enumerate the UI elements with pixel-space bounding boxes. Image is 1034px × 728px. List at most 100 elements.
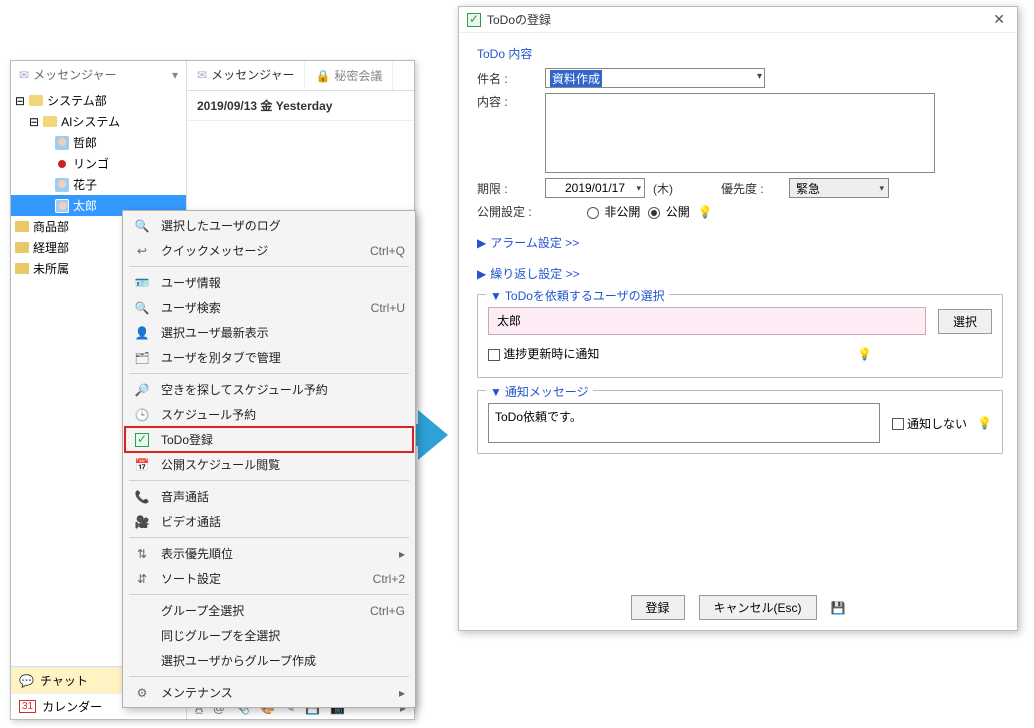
section-title: ToDo 内容 xyxy=(477,45,1003,62)
tree-root[interactable]: ⊟システム部 xyxy=(11,90,186,111)
folder-icon xyxy=(15,263,29,274)
calendar-icon: 31 xyxy=(19,700,36,713)
ctx-user-info[interactable]: 🪪ユーザ情報 xyxy=(125,270,413,295)
subject-value: 資料作成 xyxy=(550,70,602,87)
notify-fieldset: ▼通知メッセージ ToDo依頼です。 通知しない 💡 xyxy=(477,390,1003,454)
search-icon: 🔍 xyxy=(133,301,151,315)
save-icon[interactable]: 💾 xyxy=(831,601,846,615)
triangle-right-icon: ▶ xyxy=(477,267,486,281)
chevron-right-icon: ▸ xyxy=(399,547,405,561)
reply-icon: ↩ xyxy=(133,244,151,258)
notify-legend: 通知メッセージ xyxy=(505,383,589,400)
dialog-titlebar: ToDoの登録 ✕ xyxy=(459,7,1017,33)
tabs-icon: 🗂 xyxy=(133,351,151,365)
sort-icon: ⇵ xyxy=(133,572,151,586)
user-icon xyxy=(55,136,69,150)
select-user-button[interactable]: 選択 xyxy=(938,309,992,334)
envelope-icon: ✉ xyxy=(19,68,29,82)
content-textarea[interactable] xyxy=(545,93,935,173)
subject-label: 件名 : xyxy=(477,70,537,87)
clock-search-icon: 🔎 xyxy=(133,383,151,397)
visibility-public-radio[interactable]: 公開 xyxy=(648,203,689,220)
dropdown-icon[interactable]: ▾ xyxy=(172,68,178,82)
envelope-icon: ✉ xyxy=(197,68,207,82)
ctx-public-schedule[interactable]: 📅公開スケジュール閲覧 xyxy=(125,452,413,477)
tree-folder-ai[interactable]: ⊟AIシステム xyxy=(11,111,186,132)
day-of-week: (木) xyxy=(653,180,673,197)
tree-user[interactable]: リンゴ xyxy=(11,153,186,174)
main-tabs: ✉メッセンジャー 🔒秘密会議 xyxy=(187,61,414,91)
priority-select[interactable]: 緊急 xyxy=(789,178,889,198)
deadline-input[interactable]: 2019/01/17 xyxy=(545,178,645,198)
ctx-select-group-all[interactable]: グループ全選択Ctrl+G xyxy=(125,598,413,623)
register-button[interactable]: 登録 xyxy=(631,595,685,620)
triangle-down-icon: ▼ xyxy=(490,289,502,303)
sidebar-header: ✉ メッセンジャー ▾ xyxy=(11,61,186,88)
close-button[interactable]: ✕ xyxy=(989,11,1009,28)
notify-textarea[interactable]: ToDo依頼です。 xyxy=(488,403,880,443)
separator xyxy=(129,480,409,481)
content-label: 内容 : xyxy=(477,93,537,110)
user-icon xyxy=(55,199,69,213)
alarm-expander[interactable]: ▶アラーム設定 >> xyxy=(477,234,1003,251)
chat-icon: 💬 xyxy=(19,674,34,688)
folder-icon xyxy=(15,221,29,232)
ctx-schedule[interactable]: 🕒スケジュール予約 xyxy=(125,402,413,427)
separator xyxy=(129,537,409,538)
folder-icon xyxy=(43,116,57,127)
video-icon: 🎥 xyxy=(133,515,151,529)
repeat-expander[interactable]: ▶繰り返し設定 >> xyxy=(477,265,1003,282)
dialog-footer: 登録 キャンセル(Esc) 💾 xyxy=(459,585,1017,630)
assign-fieldset: ▼ToDoを依頼するユーザの選択 太郎 選択 進捗更新時に通知 💡 xyxy=(477,294,1003,378)
gear-icon: ⚙ xyxy=(133,686,151,700)
messenger-tab[interactable]: ✉メッセンジャー xyxy=(187,61,305,90)
lock-icon: 🔒 xyxy=(315,69,330,83)
cancel-button[interactable]: キャンセル(Esc) xyxy=(699,595,817,620)
assign-user-field[interactable]: 太郎 xyxy=(488,307,926,335)
hint-icon: 💡 xyxy=(698,205,713,219)
chevron-right-icon: ▸ xyxy=(399,686,405,700)
ctx-voice-call[interactable]: 📞音声通話 xyxy=(125,484,413,509)
clock-icon: 🕒 xyxy=(133,408,151,422)
search-icon: 🔍 xyxy=(133,219,151,233)
ctx-select-same-group[interactable]: 同じグループを全選択 xyxy=(125,623,413,648)
ctx-find-slot[interactable]: 🔎空きを探してスケジュール予約 xyxy=(125,377,413,402)
priority-label: 優先度 : xyxy=(721,180,781,197)
chevron-down-icon: ▾ xyxy=(757,71,762,82)
progress-notify-checkbox[interactable]: 進捗更新時に通知 xyxy=(488,345,599,362)
ctx-user-log[interactable]: 🔍選択したユーザのログ xyxy=(125,213,413,238)
check-icon xyxy=(467,13,481,27)
ctx-quick-message[interactable]: ↩クイックメッセージCtrl+Q xyxy=(125,238,413,263)
ctx-make-group[interactable]: 選択ユーザからグループ作成 xyxy=(125,648,413,673)
assign-legend: ToDoを依頼するユーザの選択 xyxy=(505,287,665,304)
calendar-icon: 📅 xyxy=(133,458,151,472)
ctx-user-latest[interactable]: 👤選択ユーザ最新表示 xyxy=(125,320,413,345)
context-menu: 🔍選択したユーザのログ ↩クイックメッセージCtrl+Q 🪪ユーザ情報 🔍ユーザ… xyxy=(122,210,416,708)
apple-icon xyxy=(55,157,69,171)
folder-icon xyxy=(29,95,43,106)
secret-tab[interactable]: 🔒秘密会議 xyxy=(305,61,393,90)
ctx-display-priority[interactable]: ⇅表示優先順位▸ xyxy=(125,541,413,566)
visibility-private-radio[interactable]: 非公開 xyxy=(587,203,640,220)
tree-user[interactable]: 哲郎 xyxy=(11,132,186,153)
tree-user[interactable]: 花子 xyxy=(11,174,186,195)
date-header: 2019/09/13 金 Yesterday xyxy=(187,91,414,121)
card-icon: 🪪 xyxy=(133,276,151,290)
separator xyxy=(129,676,409,677)
triangle-down-icon: ▼ xyxy=(490,385,502,399)
ctx-video-call[interactable]: 🎥ビデオ通話 xyxy=(125,509,413,534)
separator xyxy=(129,266,409,267)
ctx-user-tabs[interactable]: 🗂ユーザを別タブで管理 xyxy=(125,345,413,370)
sort-icon: ⇅ xyxy=(133,547,151,561)
subject-select[interactable]: 資料作成 ▾ xyxy=(545,68,765,88)
hint-icon: 💡 xyxy=(977,416,992,430)
separator xyxy=(129,373,409,374)
ctx-todo-register[interactable]: ToDo登録 xyxy=(125,427,413,452)
sidebar-title: メッセンジャー xyxy=(33,66,116,83)
ctx-maintenance[interactable]: ⚙メンテナンス▸ xyxy=(125,680,413,705)
ctx-user-search[interactable]: 🔍ユーザ検索Ctrl+U xyxy=(125,295,413,320)
no-notify-checkbox[interactable]: 通知しない xyxy=(892,415,967,432)
ctx-sort-settings[interactable]: ⇵ソート設定Ctrl+2 xyxy=(125,566,413,591)
hint-icon: 💡 xyxy=(857,347,872,361)
separator xyxy=(129,594,409,595)
